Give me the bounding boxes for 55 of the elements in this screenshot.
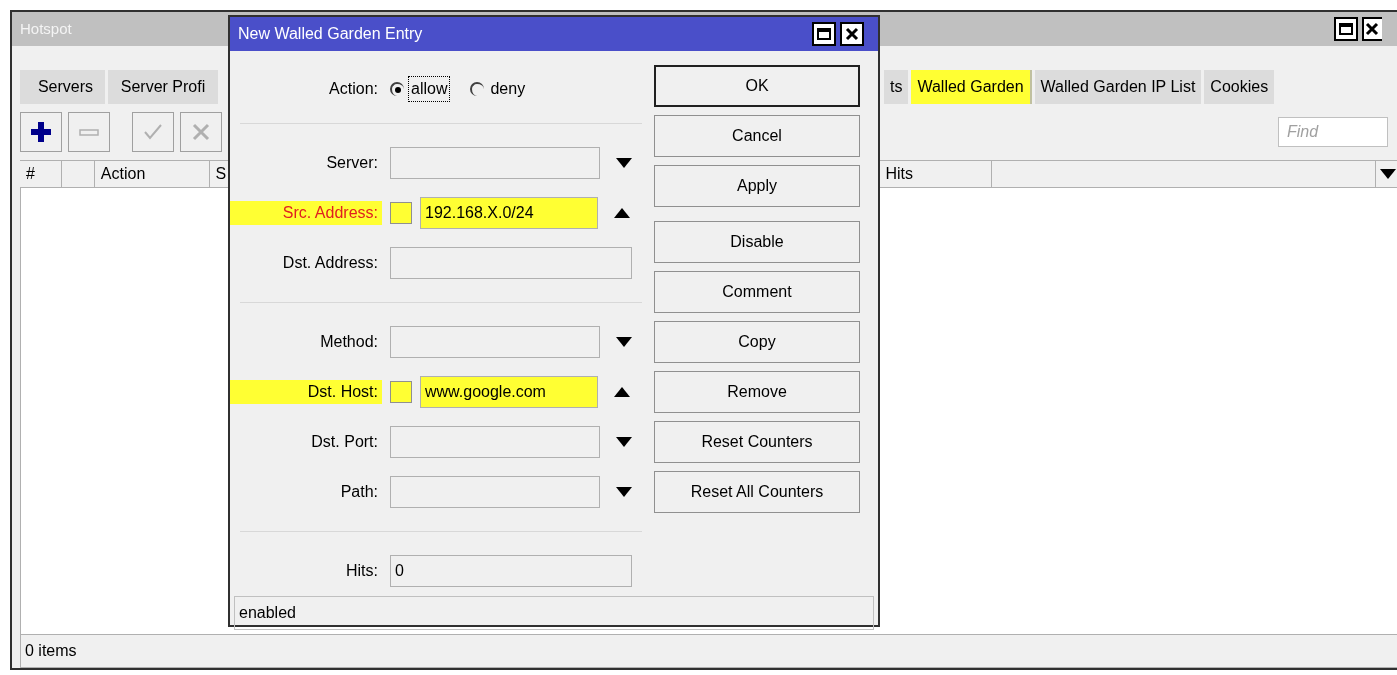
- tab[interactable]: Walled Garden IP List: [1034, 70, 1202, 104]
- radio-option[interactable]: deny: [470, 77, 528, 101]
- field-label: Server:: [325, 153, 379, 173]
- field-label: Hits:: [345, 561, 379, 581]
- dialog-button[interactable]: Cancel: [654, 115, 860, 157]
- tab[interactable]: Server Profi: [108, 70, 218, 104]
- column-menu-icon[interactable]: [1380, 169, 1396, 179]
- dropdown-arrow-icon[interactable]: [616, 487, 632, 497]
- column-header[interactable]: #: [20, 161, 62, 187]
- input-field[interactable]: [390, 247, 632, 279]
- maximize-icon[interactable]: [812, 22, 836, 46]
- dialog-button[interactable]: Reset All Counters: [654, 471, 860, 513]
- maximize-icon[interactable]: [1334, 17, 1358, 41]
- field-label: Dst. Host:: [230, 380, 382, 404]
- field-label: Method:: [319, 332, 379, 352]
- dialog-status: enabled: [239, 603, 296, 623]
- status-text: 0 items: [25, 641, 77, 661]
- field-label: Action:: [328, 79, 379, 99]
- negate-checkbox[interactable]: [390, 202, 412, 224]
- close-icon[interactable]: [1362, 17, 1382, 41]
- field-label: Dst. Address:: [281, 253, 379, 273]
- tab[interactable]: ts: [884, 70, 909, 104]
- tab[interactable]: Walled Garden: [911, 70, 1032, 104]
- dialog-button[interactable]: Apply: [654, 165, 860, 207]
- dialog-button[interactable]: Comment: [654, 271, 860, 313]
- select-field[interactable]: [390, 426, 600, 458]
- tab[interactable]: Cookies: [1204, 70, 1275, 104]
- up-arrow-icon[interactable]: [614, 387, 630, 397]
- plus-icon: [29, 120, 53, 144]
- dialog-button[interactable]: OK: [654, 65, 860, 107]
- input-field[interactable]: 0: [390, 555, 632, 587]
- dropdown-arrow-icon[interactable]: [616, 158, 632, 168]
- up-arrow-icon[interactable]: [614, 208, 630, 218]
- dialog-title: New Walled Garden Entry: [238, 24, 423, 44]
- tab[interactable]: Servers: [20, 70, 105, 104]
- input-field[interactable]: www.google.com: [420, 376, 598, 408]
- toolbar-button[interactable]: [20, 112, 62, 152]
- input-field[interactable]: 192.168.X.0/24: [420, 197, 598, 229]
- dialog-button[interactable]: Disable: [654, 221, 860, 263]
- select-field[interactable]: [390, 147, 600, 179]
- dropdown-arrow-icon[interactable]: [616, 437, 632, 447]
- minus-icon: [79, 128, 99, 136]
- search-field[interactable]: Find: [1278, 117, 1388, 147]
- field-label: Src. Address:: [230, 201, 382, 225]
- column-header[interactable]: Action: [94, 161, 210, 187]
- negate-checkbox[interactable]: [390, 381, 412, 403]
- dialog-button[interactable]: Remove: [654, 371, 860, 413]
- dialog-button[interactable]: Reset Counters: [654, 421, 860, 463]
- dropdown-arrow-icon[interactable]: [616, 337, 632, 347]
- close-icon[interactable]: [840, 22, 864, 46]
- select-field[interactable]: [390, 476, 600, 508]
- field-label: Path:: [339, 482, 379, 502]
- dialog-button[interactable]: Copy: [654, 321, 860, 363]
- select-field[interactable]: [390, 326, 600, 358]
- field-label: Dst. Port:: [310, 432, 379, 452]
